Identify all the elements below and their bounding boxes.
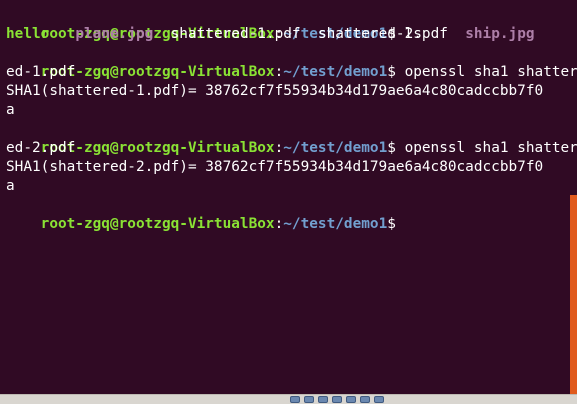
shared-folder-icon[interactable] — [318, 396, 328, 403]
audio-icon[interactable] — [360, 396, 370, 403]
prompt-path: ~/test/demo1 — [283, 140, 388, 156]
prompt-symbol: $ — [387, 64, 396, 80]
terminal-scrollbar[interactable] — [570, 195, 577, 404]
ls-entry-ship: ship.jpg — [465, 26, 535, 42]
ls-entry-shattered-1: shattered-1.pdf — [170, 26, 301, 42]
ls-output-line: hello plane.jpg shattered-1.pdf shattere… — [6, 25, 570, 44]
prompt-colon: : — [274, 64, 284, 80]
prompt-user-host: root-zgq@rootzgq-VirtualBox — [40, 140, 275, 156]
usb-icon[interactable] — [304, 396, 314, 403]
command-line: root-zgq@rootzgq-VirtualBox:~/test/demo1… — [6, 120, 577, 156]
ls-entry-shattered-2: shattered-2.pdf — [317, 26, 448, 42]
prompt-symbol: $ — [387, 216, 396, 232]
status-tray — [290, 396, 384, 404]
prompt-path: ~/test/demo1 — [283, 64, 388, 80]
command-text: openssl sha1 shatter — [395, 140, 577, 156]
command-line-current[interactable]: root-zgq@rootzgq-VirtualBox:~/test/demo1… — [6, 196, 570, 232]
network-icon[interactable] — [290, 396, 300, 403]
hash-output-continuation: a — [6, 102, 15, 118]
prompt-colon: : — [274, 140, 284, 156]
capture-icon[interactable] — [346, 396, 356, 403]
hash-output-line: SHA1(shattered-1.pdf)= 38762cf7f55934b34… — [6, 83, 544, 99]
ls-entry-hello: hello — [6, 26, 50, 42]
display-icon[interactable] — [332, 396, 342, 403]
keyboard-icon[interactable] — [374, 396, 384, 403]
command-line: root-zgq@rootzgq-VirtualBox:~/test/demo1… — [6, 6, 570, 42]
prompt-symbol: $ — [387, 140, 396, 156]
prompt-user-host: root-zgq@rootzgq-VirtualBox — [40, 64, 275, 80]
hash-output-line: SHA1(shattered-2.pdf)= 38762cf7f55934b34… — [6, 159, 544, 175]
command-line: root-zgq@rootzgq-VirtualBox:~/test/demo1… — [6, 44, 577, 80]
prompt-colon: : — [274, 216, 284, 232]
virtualbox-status-bar — [0, 394, 577, 404]
command-text: openssl sha1 shatter — [395, 64, 577, 80]
ls-entry-plane: plane.jpg — [75, 26, 154, 42]
hash-output-continuation: a — [6, 178, 15, 194]
terminal-window[interactable]: root-zgq@rootzgq-VirtualBox:~/test/demo1… — [0, 0, 577, 395]
prompt-path: ~/test/demo1 — [283, 216, 388, 232]
prompt-user-host: root-zgq@rootzgq-VirtualBox — [40, 216, 275, 232]
